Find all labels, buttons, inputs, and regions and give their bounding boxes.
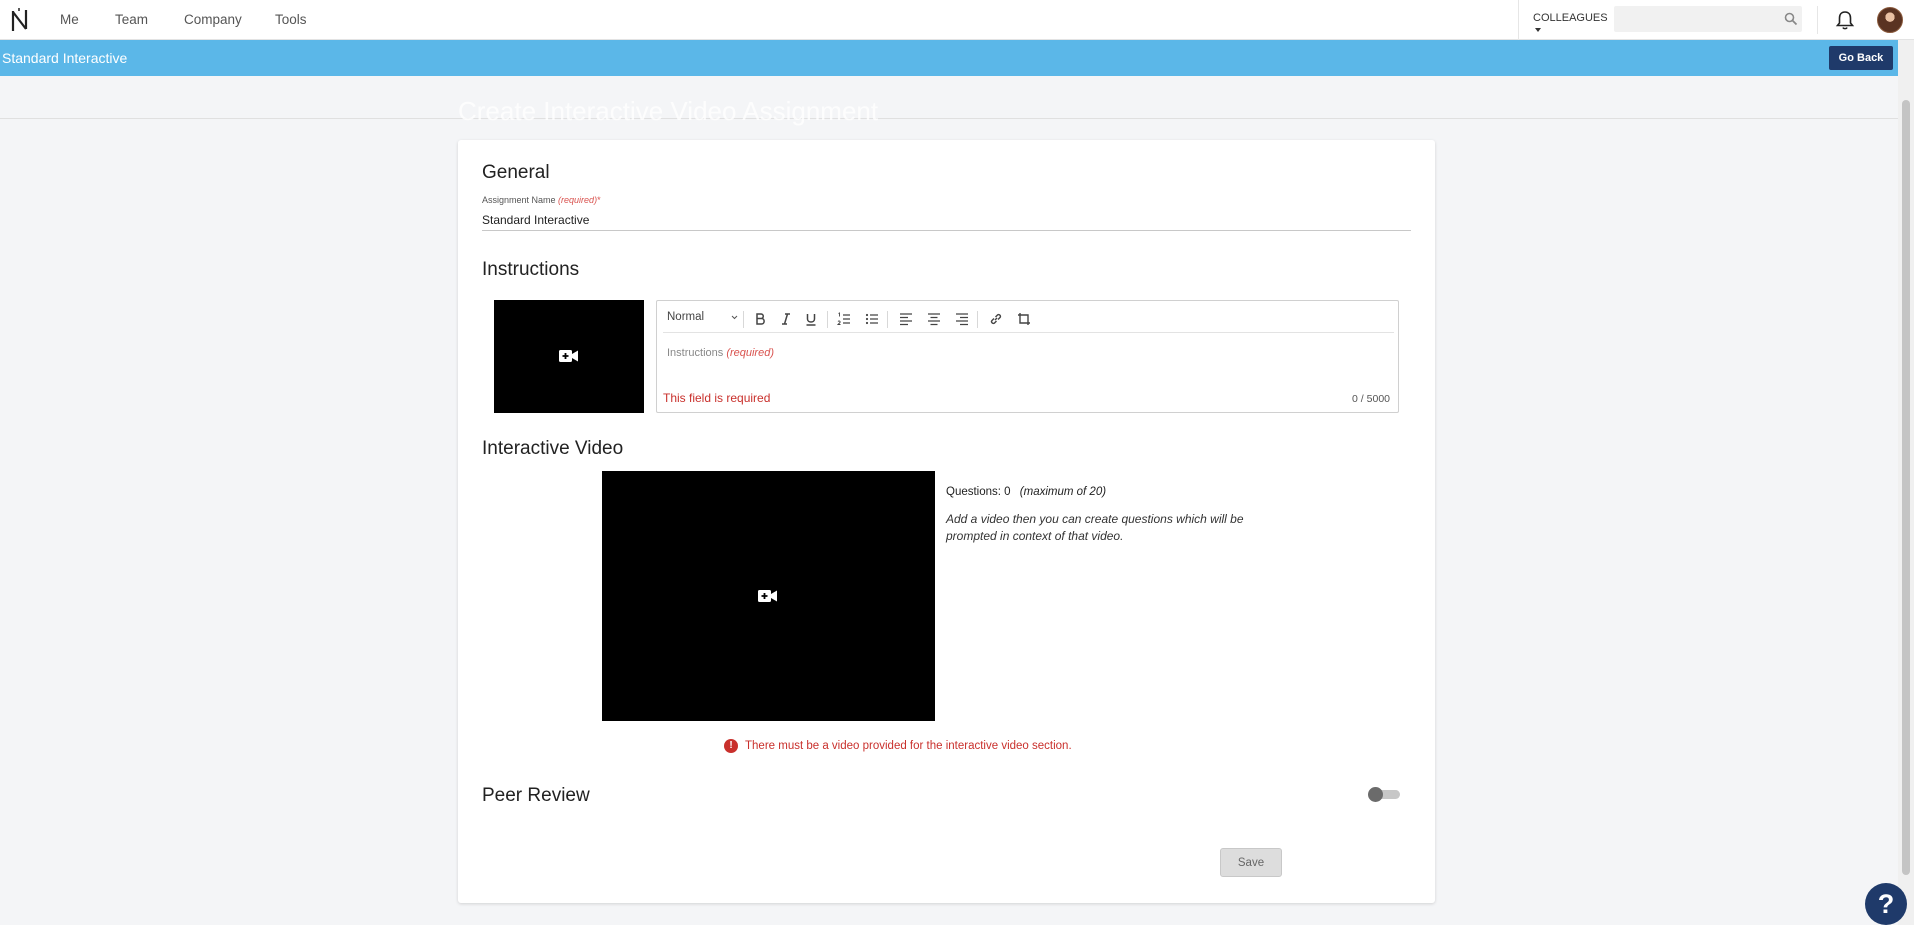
- align-right-icon[interactable]: [955, 312, 969, 326]
- company-logo-icon[interactable]: [10, 7, 30, 33]
- align-left-icon[interactable]: [899, 312, 913, 326]
- toggle-knob: [1368, 787, 1383, 802]
- page-title: Create Interactive Video Assignment: [458, 96, 879, 126]
- instructions-error: This field is required: [663, 391, 771, 405]
- bullet-list-icon[interactable]: [865, 312, 879, 326]
- required-tag: (required): [726, 347, 774, 359]
- ordered-list-icon[interactable]: [837, 312, 851, 326]
- toolbar-divider: [977, 311, 978, 328]
- underline-icon[interactable]: [804, 312, 818, 326]
- required-star: *: [597, 195, 601, 205]
- search-input[interactable]: [1614, 6, 1802, 32]
- page-header: Create Interactive Video Assignment: [0, 76, 1898, 126]
- assignment-banner: Standard Interactive Go Back: [0, 40, 1898, 76]
- nav-divider: [1817, 6, 1818, 34]
- save-button[interactable]: Save: [1220, 848, 1282, 877]
- bold-icon[interactable]: [753, 312, 767, 326]
- assignment-name-label-text: Assignment Name: [482, 195, 556, 205]
- nav-link-team[interactable]: Team: [115, 12, 148, 27]
- assignment-name-label: Assignment Name (required)*: [482, 195, 601, 205]
- help-button[interactable]: ?: [1865, 883, 1907, 925]
- section-title-interactive-video: Interactive Video: [482, 438, 624, 459]
- questions-max: (maximum of 20): [1019, 486, 1107, 498]
- section-title-peer-review: Peer Review: [482, 785, 590, 806]
- character-count: 0 / 5000: [1352, 393, 1390, 405]
- video-error-text: There must be a video provided for the i…: [745, 740, 1072, 753]
- user-avatar[interactable]: [1877, 7, 1903, 33]
- section-title-general: General: [482, 162, 550, 183]
- video-add-icon: [758, 590, 777, 602]
- format-select[interactable]: Normal: [667, 311, 739, 323]
- toolbar-divider: [827, 311, 828, 328]
- link-icon[interactable]: [989, 312, 1003, 326]
- colleagues-dropdown[interactable]: COLLEAGUES: [1518, 0, 1614, 40]
- banner-title: Standard Interactive: [2, 50, 128, 66]
- instructions-video-upload[interactable]: [494, 300, 644, 413]
- assignment-form-card: General Assignment Name (required)* Inst…: [458, 140, 1435, 903]
- interactive-video-upload[interactable]: [602, 471, 935, 721]
- peer-review-toggle[interactable]: [1368, 787, 1402, 802]
- crop-icon[interactable]: [1017, 312, 1031, 326]
- top-navbar: Me Team Company Tools COLLEAGUES: [0, 0, 1914, 40]
- assignment-name-input[interactable]: [482, 209, 1411, 231]
- instructions-input[interactable]: Instructions (required): [667, 347, 774, 359]
- toolbar-divider: [887, 311, 888, 328]
- italic-icon[interactable]: [779, 312, 793, 326]
- error-icon: !: [724, 739, 738, 753]
- colleagues-label: COLLEAGUES: [1533, 12, 1608, 24]
- nav-link-me[interactable]: Me: [60, 12, 79, 27]
- align-center-icon[interactable]: [927, 312, 941, 326]
- scrollbar-thumb[interactable]: [1902, 100, 1910, 875]
- instructions-placeholder: Instructions: [667, 347, 724, 359]
- format-select-value: Normal: [667, 311, 705, 323]
- caret-down-icon: [1535, 28, 1541, 33]
- questions-label: Questions: 0: [946, 486, 1011, 498]
- video-error-message: ! There must be a video provided for the …: [724, 739, 1072, 753]
- editor-toolbar: Normal: [663, 305, 1394, 333]
- required-tag: (required): [558, 195, 598, 205]
- go-back-button[interactable]: Go Back: [1829, 46, 1893, 70]
- section-title-instructions: Instructions: [482, 259, 580, 280]
- questions-count: Questions: 0 (maximum of 20): [946, 486, 1106, 498]
- video-add-icon: [559, 350, 578, 362]
- instructions-editor: Normal Instructions (required) This fiel…: [656, 300, 1399, 413]
- chevron-down-icon: [731, 315, 738, 320]
- toolbar-divider: [743, 311, 744, 328]
- nav-link-company[interactable]: Company: [184, 12, 242, 27]
- video-help-text: Add a video then you can create question…: [946, 512, 1244, 543]
- search-icon[interactable]: [1784, 12, 1798, 26]
- bell-icon[interactable]: [1834, 9, 1856, 31]
- nav-link-tools[interactable]: Tools: [275, 12, 307, 27]
